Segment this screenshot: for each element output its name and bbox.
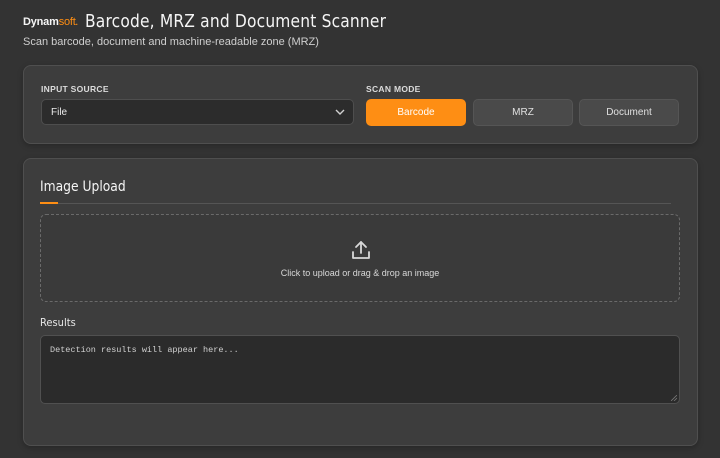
scan-mode-label: SCAN MODE — [366, 84, 421, 94]
chevron-down-icon — [335, 109, 345, 115]
upload-dropzone[interactable]: Click to upload or drag & drop an image — [40, 214, 680, 302]
dropzone-text: Click to upload or drag & drop an image — [280, 268, 440, 278]
input-source-select[interactable]: File — [41, 99, 354, 125]
mode-document-button[interactable]: Document — [579, 99, 679, 126]
results-label: Results — [40, 316, 76, 329]
resize-handle-icon[interactable] — [671, 395, 677, 401]
results-placeholder: Detection results will appear here... — [50, 345, 239, 355]
controls-card: INPUT SOURCE File SCAN MODE Barcode MRZ … — [23, 65, 698, 144]
dynamsoft-logo: Dynamsoft. — [23, 16, 78, 28]
upload-icon — [352, 241, 370, 259]
results-textarea[interactable]: Detection results will appear here... — [40, 335, 680, 404]
input-source-value: File — [51, 107, 68, 118]
section-title: Image Upload — [40, 179, 126, 195]
section-accent-bar — [40, 202, 58, 204]
app-header: Dynamsoft. Barcode, MRZ and Document Sca… — [23, 10, 703, 50]
mode-barcode-button[interactable]: Barcode — [366, 99, 466, 126]
page-subtitle: Scan barcode, document and machine-reada… — [23, 36, 319, 48]
input-source-label: INPUT SOURCE — [41, 84, 109, 94]
section-divider — [40, 203, 671, 204]
mode-mrz-button[interactable]: MRZ — [473, 99, 573, 126]
page-title: Barcode, MRZ and Document Scanner — [85, 11, 387, 32]
upload-card: Image Upload Click to upload or drag & d… — [23, 158, 698, 446]
